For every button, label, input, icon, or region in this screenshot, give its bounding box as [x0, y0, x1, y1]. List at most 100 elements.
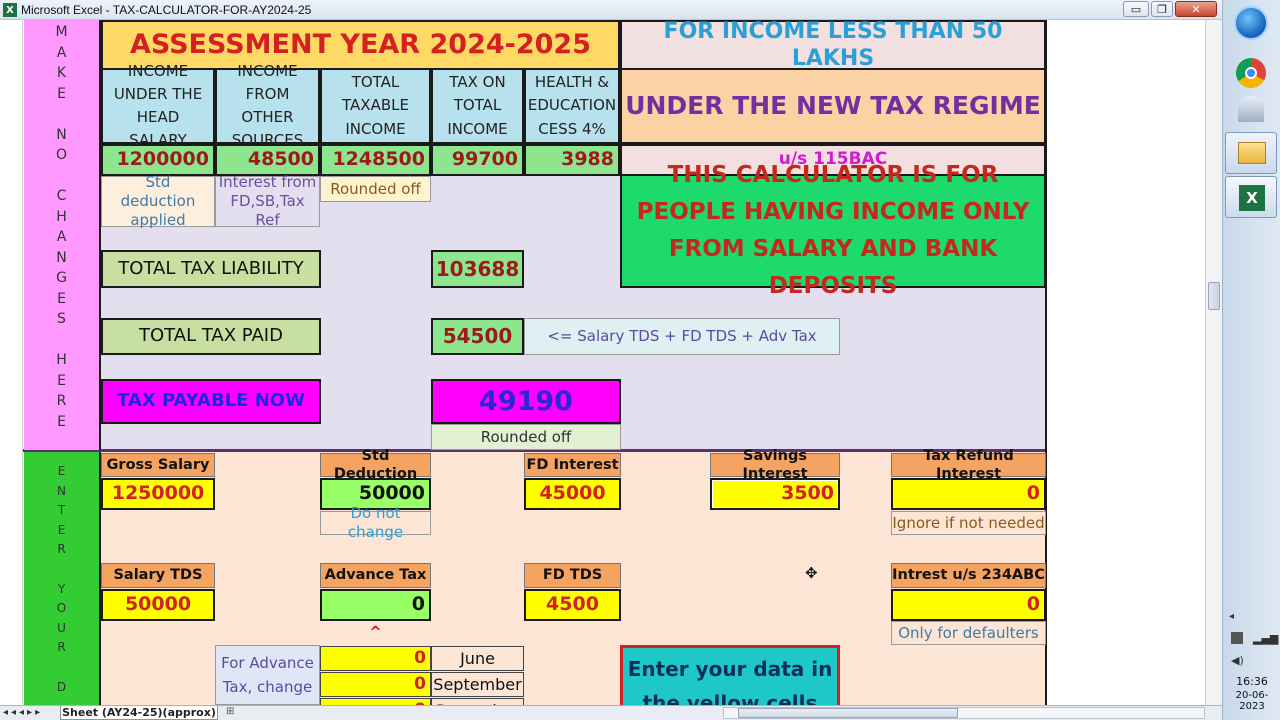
- strip-letter: N: [57, 483, 66, 498]
- strip-letter: D: [56, 679, 67, 694]
- strip-letter: [24, 330, 99, 351]
- fd-tds-label: FD TDS: [524, 563, 621, 588]
- advance-tax-label: Advance Tax: [320, 563, 431, 588]
- strip-letter: N: [56, 126, 67, 143]
- interest-234abc-input[interactable]: 0: [891, 589, 1046, 621]
- advance-tax-installment-month: December: [431, 698, 524, 705]
- advance-tax-installment-input[interactable]: 0: [320, 672, 431, 697]
- close-button[interactable]: ✕: [1175, 1, 1217, 17]
- sheet-tab-active[interactable]: Sheet (AY24-25)(approx): [60, 706, 218, 720]
- summary-column-value: 99700: [431, 144, 524, 176]
- strip-letter: [24, 560, 99, 580]
- summary-column-value: 3988: [524, 144, 620, 176]
- summary-column-value: 1248500: [320, 144, 431, 176]
- total-tax-paid-label: TOTAL TAX PAID: [101, 318, 321, 355]
- network-icon[interactable]: [1238, 96, 1264, 122]
- note-rounded-taxable: Rounded off: [320, 176, 431, 202]
- advance-tax-installment-input[interactable]: 0: [320, 646, 431, 671]
- strip-letter: H: [56, 352, 67, 368]
- interest-234abc-label: Intrest u/s 234ABC: [891, 563, 1046, 588]
- strip-letter: G: [56, 270, 67, 286]
- summary-column-header: INCOME UNDER THE HEAD SALARY: [101, 62, 215, 149]
- windows-taskbar: X ◂ ▂▄▆ ◀) 16:36 20-06-2023: [1222, 0, 1280, 720]
- tax-refund-interest-label: Tax Refund Interest: [891, 448, 1046, 482]
- insert-sheet-icon[interactable]: ⊞: [226, 706, 244, 719]
- tray-chevron-icon[interactable]: ◂: [1229, 611, 1234, 622]
- restore-button[interactable]: ❐: [1151, 1, 1173, 17]
- clock-date[interactable]: 20-06-2023: [1223, 690, 1280, 712]
- sheet-nav-arrows-icon[interactable]: ◂◂◂▸▸: [3, 707, 43, 718]
- tax-refund-interest-input[interactable]: 0: [891, 478, 1046, 510]
- disclaimer-box: THIS CALCULATOR IS FOR PEOPLE HAVING INC…: [620, 162, 1046, 299]
- strip-letter: U: [57, 620, 66, 635]
- move-cursor-icon: ✥: [805, 564, 818, 582]
- strip-letter: [24, 658, 99, 678]
- tax-paid-note: <= Salary TDS + FD TDS + Adv Tax: [524, 318, 840, 355]
- strip-letter: E: [57, 290, 66, 307]
- tax-payable-value: 49190: [431, 379, 621, 424]
- strip-letter: [24, 104, 99, 125]
- tax-refund-note: Ignore if not needed: [891, 511, 1046, 535]
- note-other-sources: Interest from FD,SB,Tax Ref: [215, 173, 320, 229]
- volume-icon[interactable]: ◀): [1231, 654, 1244, 667]
- summary-column-value: 48500: [215, 144, 320, 176]
- horizontal-scrollbar[interactable]: [723, 707, 1205, 719]
- strip-letter: E: [57, 522, 66, 537]
- horizontal-scrollbar-thumb[interactable]: [738, 708, 958, 718]
- strip-letter: A: [56, 229, 67, 245]
- chrome-icon[interactable]: [1236, 58, 1266, 88]
- strip-letter: O: [56, 601, 67, 616]
- std-deduction-label: Std Deduction: [320, 448, 431, 482]
- strip-letter: R: [56, 393, 67, 409]
- scrollbar-thumb[interactable]: [1208, 282, 1220, 310]
- fd-tds-input[interactable]: 4500: [524, 589, 621, 621]
- advance-tax-caret: ^: [369, 622, 382, 641]
- total-tax-liability-value: 103688: [431, 250, 524, 288]
- strip-letter: E: [57, 85, 66, 102]
- summary-column-header: HEALTH & EDUCATION CESS 4%: [524, 68, 620, 144]
- excel-taskbar-item[interactable]: X: [1225, 176, 1277, 218]
- file-explorer-taskbar-item[interactable]: [1225, 132, 1277, 174]
- vertical-scrollbar[interactable]: [1205, 20, 1222, 705]
- total-tax-paid-value: 54500: [431, 318, 524, 355]
- advance-tax-input[interactable]: 0: [320, 589, 431, 621]
- fd-interest-input[interactable]: 45000: [524, 478, 621, 510]
- summary-column-value: 1200000: [101, 144, 215, 176]
- std-deduction-note: Do not change: [320, 504, 431, 541]
- tax-payable-rounded-note: Rounded off: [431, 424, 621, 450]
- make-no-changes-text: MAKENOCHANGESHERE: [24, 22, 99, 432]
- strip-letter: R: [57, 640, 66, 655]
- clock-time[interactable]: 16:36: [1223, 675, 1280, 688]
- network-tray-icon[interactable]: ▂▄▆: [1253, 632, 1278, 645]
- gross-salary-label: Gross Salary: [101, 453, 215, 477]
- enter-your-data-text: ENTERYOURD: [24, 462, 99, 697]
- enter-your-data-strip: ENTERYOURD: [24, 452, 101, 705]
- strip-letter: E: [57, 372, 66, 389]
- row-gutter: [0, 20, 23, 705]
- interest-234abc-note: Only for defaulters: [891, 621, 1046, 645]
- excel-icon: X: [3, 3, 17, 17]
- advance-tax-schedule-note: For Advance Tax, change: [215, 645, 320, 705]
- enter-data-callout: Enter your data in the yellow cells: [620, 645, 840, 705]
- window-title-bar: X Microsoft Excel - TAX-CALCULATOR-FOR-A…: [0, 0, 1222, 20]
- savings-interest-input[interactable]: 3500: [710, 478, 840, 510]
- gross-salary-input[interactable]: 1250000: [101, 478, 215, 510]
- start-button-icon[interactable]: [1234, 6, 1268, 40]
- advance-tax-installment-month: September: [431, 672, 524, 697]
- savings-interest-label: Savings Interest: [710, 448, 840, 482]
- minimize-button[interactable]: ▭: [1123, 1, 1149, 17]
- make-no-changes-strip: MAKENOCHANGESHERE: [24, 20, 101, 450]
- strip-letter: E: [57, 413, 66, 430]
- salary-tds-input[interactable]: 50000: [101, 589, 215, 621]
- strip-letter: H: [56, 208, 67, 225]
- advance-tax-installment-input[interactable]: 0: [320, 698, 431, 705]
- worksheet[interactable]: MAKENOCHANGESHERE ENTERYOURD ASSESSMENT …: [0, 20, 1205, 705]
- strip-letter: N: [56, 249, 67, 266]
- note-std-deduction: Std deduction applied: [101, 173, 215, 229]
- window-title: Microsoft Excel - TAX-CALCULATOR-FOR-AY2…: [21, 3, 312, 17]
- strip-letter: T: [57, 503, 66, 518]
- total-tax-liability-label: TOTAL TAX LIABILITY: [101, 250, 321, 288]
- summary-column-header: TAX ON TOTAL INCOME: [431, 68, 524, 144]
- strip-letter: R: [57, 542, 66, 557]
- tray-flag-icon[interactable]: [1231, 632, 1243, 644]
